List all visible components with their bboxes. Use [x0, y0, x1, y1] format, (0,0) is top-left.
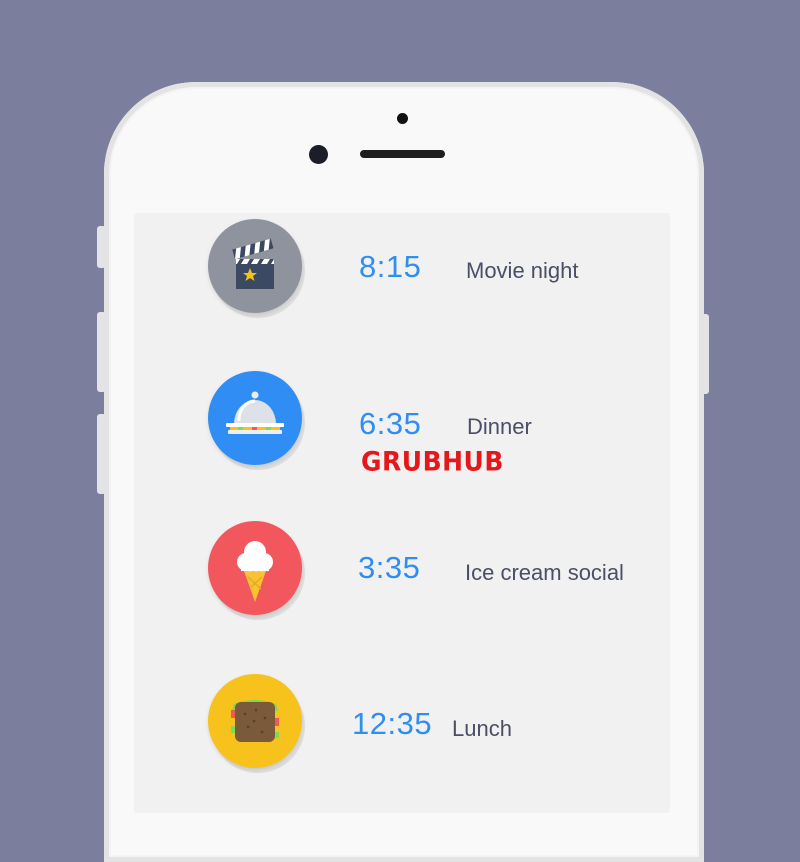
event-time: 12:35: [352, 706, 433, 741]
event-label: Dinner: [467, 414, 532, 439]
ice-cream-icon: [208, 521, 302, 615]
event-time: 6:35: [359, 406, 422, 441]
sandwich-icon: [208, 674, 302, 768]
event-label: Movie night: [466, 258, 579, 283]
event-item-ice-cream-social[interactable]: 3:35 Ice cream social: [134, 515, 670, 615]
event-time: 3:35: [358, 550, 421, 585]
proximity-sensor: [397, 113, 408, 124]
clapperboard-icon: [208, 219, 302, 313]
earpiece-speaker: [360, 150, 445, 158]
event-item-movie-night[interactable]: 8:15 Movie night: [134, 213, 670, 313]
event-label: Ice cream social: [465, 560, 624, 585]
event-time: 8:15: [359, 249, 422, 284]
grubhub-logo[interactable]: GRUBHUB: [361, 446, 504, 476]
screen: 8:15 Movie night 6:35 Dinner GRUBHUB 3:3…: [134, 213, 670, 813]
cloche-icon: [208, 371, 302, 465]
event-label: Lunch: [452, 716, 512, 741]
front-camera: [309, 145, 328, 164]
event-item-lunch[interactable]: 12:35 Lunch: [134, 671, 670, 771]
